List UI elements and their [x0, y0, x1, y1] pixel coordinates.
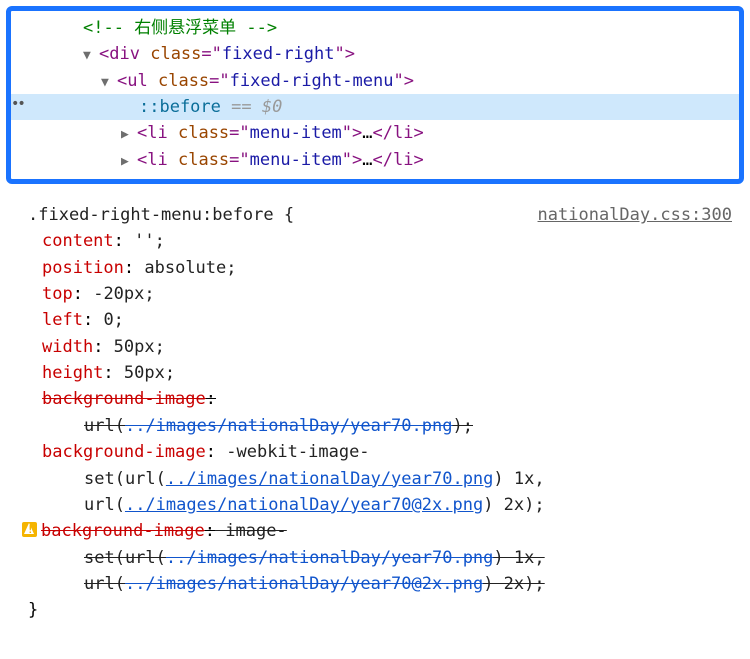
- css-decl-content[interactable]: content: '';: [28, 228, 732, 254]
- gutter-dots-icon: ••: [11, 94, 24, 116]
- css-decl-left[interactable]: left: 0;: [28, 307, 732, 333]
- expand-arrow-icon[interactable]: ▼: [83, 46, 97, 66]
- collapse-arrow-icon[interactable]: ▶: [121, 152, 135, 172]
- css-decl-top[interactable]: top: -20px;: [28, 281, 732, 307]
- dom-div-line[interactable]: ▼<div class="fixed-right">: [11, 41, 739, 67]
- collapse-arrow-icon[interactable]: ▶: [121, 125, 135, 145]
- dom-pseudo-before-line[interactable]: •• ::before == $0: [11, 94, 739, 120]
- expand-arrow-icon[interactable]: ▼: [101, 73, 115, 93]
- css-styles-panel: .fixed-right-menu:before { nationalDay.c…: [0, 202, 750, 634]
- css-decl-bgimage-invalid[interactable]: background-image: image-: [28, 518, 732, 544]
- dom-comment-line[interactable]: <!-- 右侧悬浮菜单 -->: [11, 15, 739, 41]
- css-rule-header: .fixed-right-menu:before { nationalDay.c…: [28, 202, 732, 228]
- dom-li-line[interactable]: ▶<li class="menu-item">…</li>: [11, 147, 739, 173]
- css-decl-bgimage-invalid-cont2[interactable]: url(../images/nationalDay/year70@2x.png)…: [28, 571, 732, 597]
- dom-li-line[interactable]: ▶<li class="menu-item">…</li>: [11, 120, 739, 146]
- css-decl-bgimage-webkit-cont2[interactable]: url(../images/nationalDay/year70@2x.png)…: [28, 492, 732, 518]
- css-decl-bgimage-overridden-cont[interactable]: url(../images/nationalDay/year70.png);: [28, 413, 732, 439]
- css-decl-height[interactable]: height: 50px;: [28, 360, 732, 386]
- css-selector[interactable]: .fixed-right-menu:before: [28, 205, 274, 225]
- html-comment-text: 右侧悬浮菜单: [134, 18, 236, 38]
- css-decl-bgimage-overridden[interactable]: background-image:: [28, 386, 732, 412]
- console-var: $0: [262, 97, 282, 117]
- css-decl-position[interactable]: position: absolute;: [28, 255, 732, 281]
- dom-tree-panel: <!-- 右侧悬浮菜单 --> ▼<div class="fixed-right…: [6, 6, 744, 184]
- css-brace-close: }: [28, 597, 732, 623]
- css-decl-bgimage-webkit-cont1[interactable]: set(url(../images/nationalDay/year70.png…: [28, 466, 732, 492]
- warning-icon: [22, 522, 37, 537]
- css-decl-width[interactable]: width: 50px;: [28, 334, 732, 360]
- pseudo-element-label: ::before: [139, 97, 221, 117]
- css-decl-bgimage-invalid-cont1[interactable]: set(url(../images/nationalDay/year70.png…: [28, 545, 732, 571]
- html-comment-open: <!--: [83, 18, 134, 38]
- html-comment-close: -->: [236, 18, 277, 38]
- css-source-link[interactable]: nationalDay.css:300: [538, 202, 732, 228]
- css-decl-bgimage-webkit[interactable]: background-image: -webkit-image-: [28, 439, 732, 465]
- dom-ul-line[interactable]: ▼<ul class="fixed-right-menu">: [11, 68, 739, 94]
